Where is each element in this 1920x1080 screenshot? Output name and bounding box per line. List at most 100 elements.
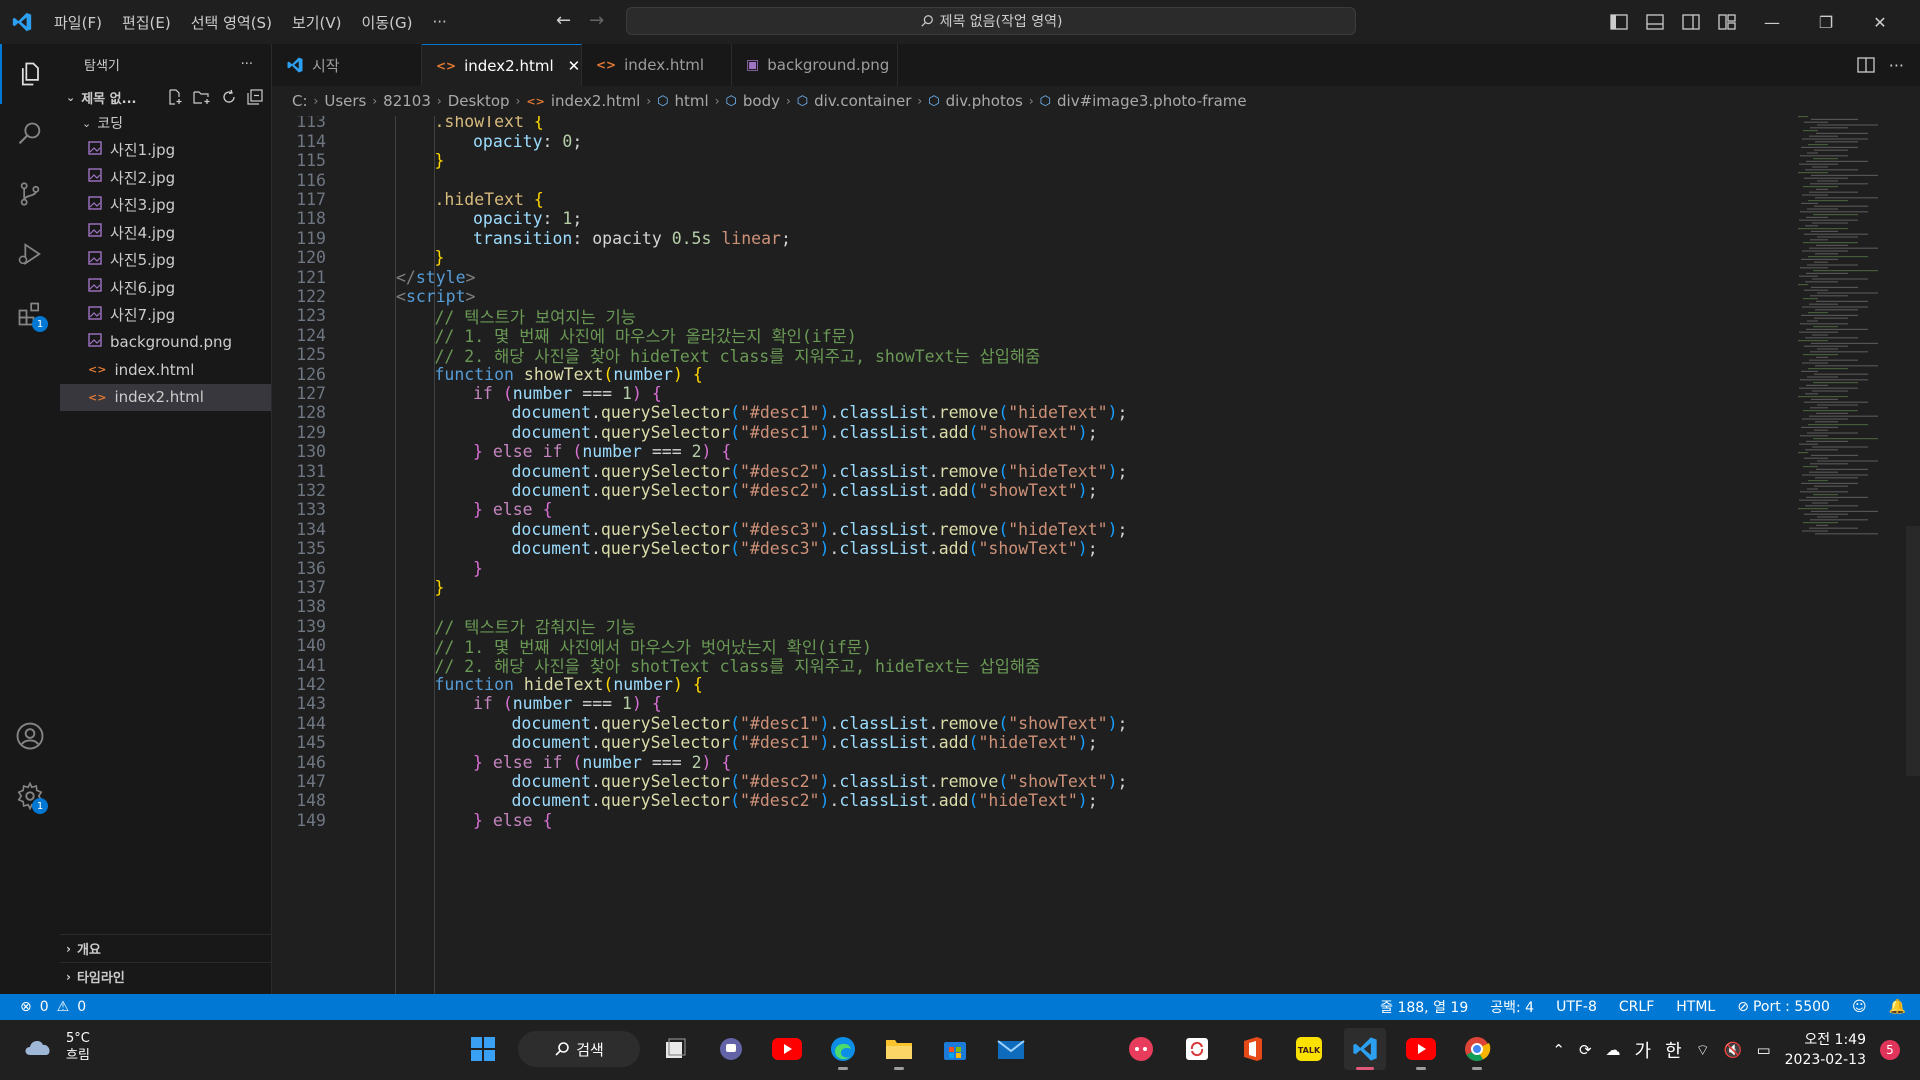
back-arrow-icon[interactable]: ← <box>556 10 571 31</box>
chrome-icon[interactable] <box>1456 1028 1498 1070</box>
file-item[interactable]: <> index2.html <box>60 383 271 411</box>
new-file-icon[interactable] <box>167 89 183 105</box>
breadcrumb-item[interactable]: div#image3.photo-frame <box>1057 92 1247 110</box>
close-tab-icon[interactable]: ✕ <box>568 57 581 75</box>
file-item[interactable]: 사진4.jpg <box>60 219 271 247</box>
start-button[interactable] <box>462 1028 504 1070</box>
code-editor[interactable]: 113 .showText {114 opacity: 0; 115} 116 117 .h… <box>272 116 1920 994</box>
battery-icon[interactable]: ▭ <box>1756 1041 1770 1059</box>
toggle-panel-icon[interactable] <box>1644 11 1666 33</box>
breadcrumb-item[interactable]: C: <box>292 92 308 110</box>
tab-index-html[interactable]: <> index.html <box>582 44 732 86</box>
source-control-icon[interactable] <box>0 164 60 224</box>
breadcrumb-item[interactable]: body <box>743 92 780 110</box>
language-mode[interactable]: HTML <box>1676 999 1715 1015</box>
file-item[interactable]: 사진6.jpg <box>60 274 271 302</box>
editor-more-icon[interactable]: ··· <box>1889 56 1904 75</box>
breadcrumb-item[interactable]: div.photos <box>946 92 1023 110</box>
volume-muted-icon[interactable]: 🔇 <box>1724 1041 1743 1059</box>
notification-badge[interactable]: 5 <box>1880 1040 1900 1060</box>
extensions-icon[interactable]: 1 <box>0 284 60 344</box>
tab-background-png[interactable]: ▣ background.png <box>732 44 898 86</box>
breadcrumb-item[interactable]: html <box>675 92 709 110</box>
sync-tray-icon[interactable]: ⟳ <box>1579 1041 1592 1059</box>
onedrive-icon[interactable]: ☁ <box>1606 1041 1621 1059</box>
taskbar-search[interactable]: 검색 <box>518 1031 640 1067</box>
file-item[interactable]: background.png <box>60 329 271 357</box>
task-view-icon[interactable] <box>654 1028 696 1070</box>
collapse-all-icon[interactable] <box>247 89 263 105</box>
minimap-line <box>1813 158 1838 160</box>
menu-selection[interactable]: 선택 영역(S) <box>181 12 282 33</box>
menu-more[interactable]: ··· <box>422 13 456 31</box>
file-item[interactable]: <> index.html <box>60 356 271 384</box>
encoding[interactable]: UTF-8 <box>1556 999 1597 1015</box>
youtube-icon[interactable] <box>766 1028 808 1070</box>
edge-browser-icon[interactable] <box>822 1028 864 1070</box>
restore-icon[interactable]: ❐ <box>1806 13 1846 32</box>
end-of-line[interactable]: CRLF <box>1619 999 1654 1015</box>
mail-icon[interactable] <box>990 1028 1032 1070</box>
toggle-primary-sidebar-icon[interactable] <box>1608 11 1630 33</box>
split-editor-icon[interactable] <box>1857 57 1875 73</box>
folder-coding[interactable]: ⌄ 코딩 <box>60 110 271 136</box>
accounts-icon[interactable] <box>0 706 60 766</box>
menu-file[interactable]: 파일(F) <box>44 12 112 33</box>
new-folder-icon[interactable] <box>193 89 211 105</box>
chevron-up-icon[interactable]: ⌃ <box>1552 1041 1565 1059</box>
run-debug-icon[interactable] <box>0 224 60 284</box>
menu-edit[interactable]: 편집(E) <box>112 12 181 33</box>
weather-widget[interactable]: 5°C 흐림 <box>22 1030 90 1064</box>
ime-mode[interactable]: 가 <box>1635 1037 1652 1063</box>
explorer-icon[interactable] <box>0 44 60 104</box>
chat-app-icon[interactable] <box>1120 1028 1162 1070</box>
file-item[interactable]: 사진5.jpg <box>60 246 271 274</box>
search-view-icon[interactable] <box>0 104 60 164</box>
menu-view[interactable]: 보기(V) <box>282 12 352 33</box>
indentation[interactable]: 공백: 4 <box>1490 997 1534 1017</box>
feedback-icon[interactable]: ☺ <box>1852 999 1867 1015</box>
toggle-secondary-sidebar-icon[interactable] <box>1680 11 1702 33</box>
microsoft-store-icon[interactable] <box>934 1028 976 1070</box>
youtube-app-icon[interactable] <box>1400 1028 1442 1070</box>
breadcrumb-item[interactable]: 82103 <box>383 92 431 110</box>
file-item[interactable]: 사진7.jpg <box>60 301 271 329</box>
code-line[interactable]: 149} else { <box>272 808 552 832</box>
cursor-position[interactable]: 줄 188, 열 19 <box>1380 997 1468 1017</box>
live-server-port[interactable]: ⊘ Port : 5500 <box>1737 999 1830 1015</box>
customize-layout-icon[interactable] <box>1716 11 1738 33</box>
explorer-more-button[interactable]: ··· <box>241 57 253 72</box>
timeline-section[interactable]: › 타임라인 <box>60 962 272 990</box>
close-window-icon[interactable]: ✕ <box>1860 13 1900 32</box>
menu-go[interactable]: 이동(G) <box>352 12 423 33</box>
breadcrumb-item[interactable]: Users <box>324 92 366 110</box>
forward-arrow-icon[interactable]: → <box>589 10 604 31</box>
file-item[interactable]: 사진2.jpg <box>60 164 271 192</box>
ime-language[interactable]: 한 <box>1665 1037 1682 1063</box>
clock[interactable]: 오전 1:49 2023-02-13 <box>1785 1030 1866 1070</box>
kakaotalk-icon[interactable]: TALK <box>1288 1028 1330 1070</box>
minimap[interactable] <box>1790 116 1900 536</box>
minimize-icon[interactable]: — <box>1752 13 1792 32</box>
workspace-header[interactable]: ⌄ 제목 없... <box>60 84 271 110</box>
file-item[interactable]: 사진1.jpg <box>60 136 271 164</box>
office-icon[interactable] <box>1232 1028 1274 1070</box>
outline-section[interactable]: › 개요 <box>60 934 272 962</box>
refresh-icon[interactable] <box>221 89 237 105</box>
tab-start[interactable]: 시작 <box>272 44 422 86</box>
tab-index2-html[interactable]: <> index2.html ✕ <box>422 44 582 86</box>
breadcrumb-item[interactable]: index2.html <box>551 92 641 110</box>
file-item[interactable]: 사진3.jpg <box>60 191 271 219</box>
wifi-icon[interactable]: ⌔ <box>1696 1041 1710 1060</box>
notifications-bell-icon[interactable]: 🔔 <box>1889 999 1906 1015</box>
file-explorer-icon[interactable] <box>878 1028 920 1070</box>
settings-gear-icon[interactable]: 1 <box>0 766 60 826</box>
teams-chat-icon[interactable] <box>710 1028 752 1070</box>
breadcrumb-item[interactable]: div.container <box>814 92 911 110</box>
vertical-scrollbar[interactable] <box>1906 526 1920 776</box>
problems-indicator[interactable]: ⊗ 0 ⚠ 0 <box>0 999 86 1015</box>
sync-app-icon[interactable] <box>1176 1028 1218 1070</box>
vscode-taskbar-icon[interactable] <box>1344 1028 1386 1070</box>
command-center[interactable]: 제목 없음(작업 영역) <box>626 7 1356 35</box>
breadcrumb-item[interactable]: Desktop <box>448 92 510 110</box>
